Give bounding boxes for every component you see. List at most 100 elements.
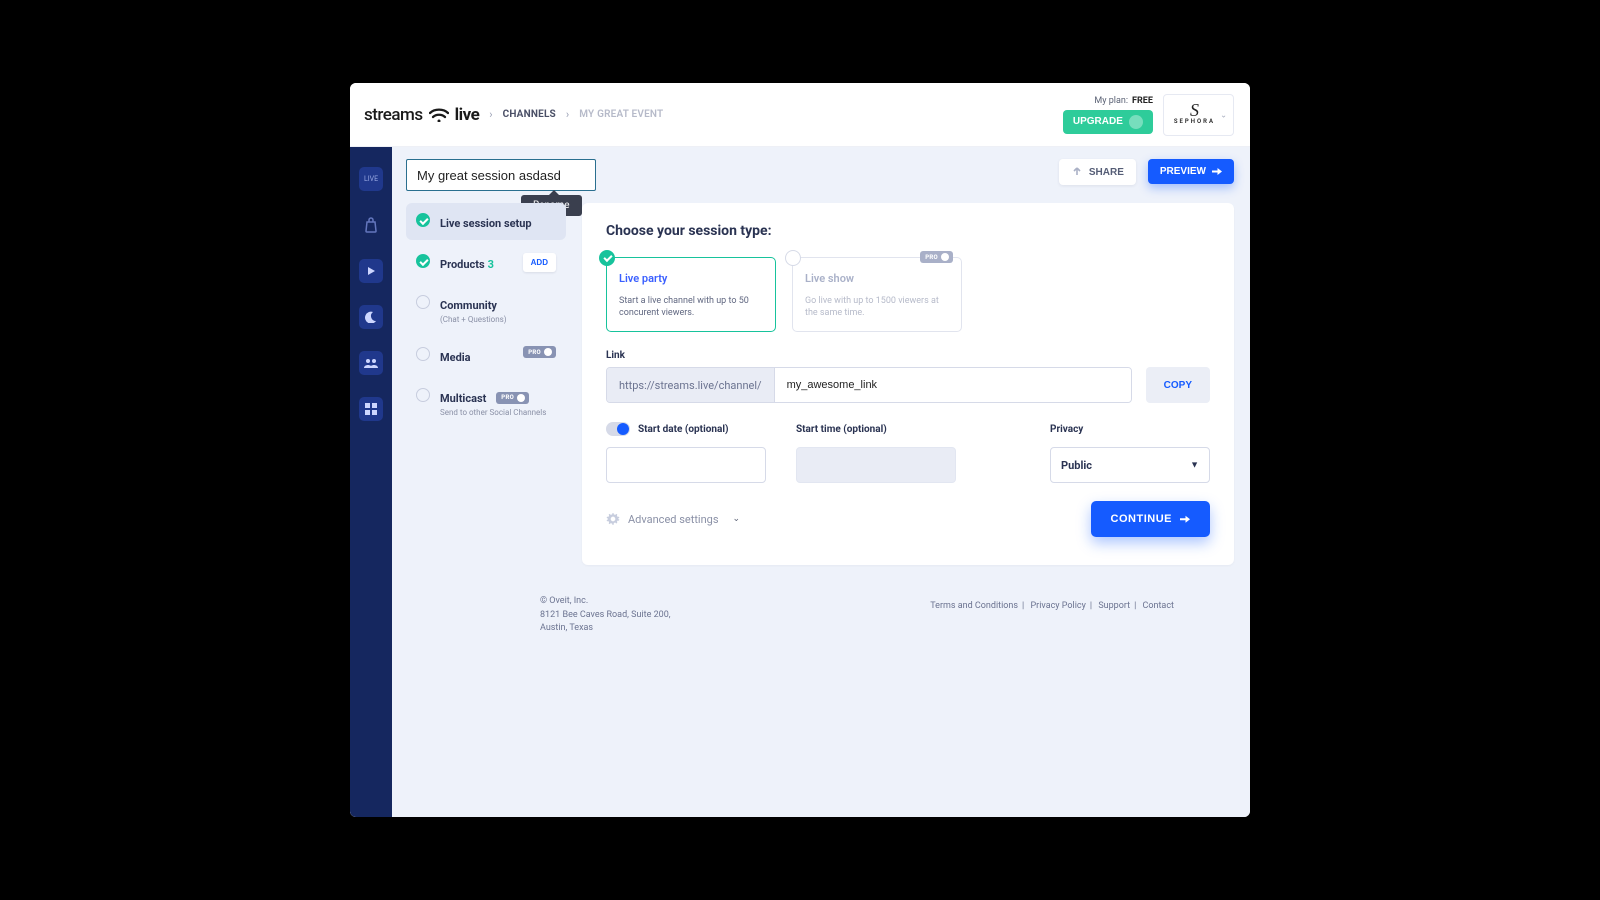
logo[interactable]: streams live xyxy=(364,105,479,125)
rail-item-moon[interactable] xyxy=(359,305,383,329)
continue-button[interactable]: CONTINUE xyxy=(1091,501,1210,537)
plan-block: My plan:FREE UPGRADE xyxy=(1063,96,1153,134)
footer-link-contact[interactable]: Contact xyxy=(1143,601,1174,611)
plan-line: My plan:FREE xyxy=(1094,96,1152,106)
upgrade-small-icon xyxy=(517,394,525,402)
step-multicast[interactable]: Multicast PRO Send to other Social Chann… xyxy=(406,378,566,426)
panel-heading: Choose your session type: xyxy=(606,223,1210,239)
start-date-input[interactable] xyxy=(606,447,766,483)
advanced-settings-toggle[interactable]: Advanced settings ⌄ xyxy=(606,512,740,526)
brand-name: SEPHORA xyxy=(1174,118,1215,125)
panel-bottom-row: Advanced settings ⌄ CONTINUE xyxy=(606,501,1210,537)
link-field: Link https://streams.live/channel/ COPY xyxy=(606,350,1210,403)
footer-link-terms[interactable]: Terms and Conditions xyxy=(930,601,1018,611)
privacy-select[interactable]: Public ▼ xyxy=(1050,447,1210,483)
title-wrap: Rename xyxy=(406,159,596,191)
card-title: Live show xyxy=(805,272,949,285)
link-prefix: https://streams.live/channel/ xyxy=(607,368,775,402)
start-time-col: Start time (optional) xyxy=(796,421,956,483)
footer-link-support[interactable]: Support xyxy=(1098,601,1130,611)
step-list: Live session setup Products3 ADD Communi… xyxy=(406,203,566,426)
card-desc: Start a live channel with up to 50 concu… xyxy=(619,295,763,319)
circle-icon xyxy=(416,295,430,309)
add-product-button[interactable]: ADD xyxy=(523,253,556,272)
session-type-live-party[interactable]: Live party Start a live channel with up … xyxy=(606,257,776,332)
brand-selector[interactable]: S SEPHORA ⌄ xyxy=(1163,94,1234,136)
arrow-right-icon xyxy=(1212,167,1222,177)
link-slug-input[interactable] xyxy=(775,368,1131,402)
moon-icon xyxy=(365,311,377,323)
schedule-row: Start date (optional) Start time (option… xyxy=(606,421,1210,483)
app-window: streams live › CHANNELS › MY GREAT EVENT… xyxy=(350,83,1250,817)
header: streams live › CHANNELS › MY GREAT EVENT… xyxy=(350,83,1250,147)
rail-item-grid[interactable] xyxy=(359,397,383,421)
card-title: Live party xyxy=(619,272,763,285)
grid-icon xyxy=(365,403,377,415)
breadcrumb-event[interactable]: MY GREAT EVENT xyxy=(579,109,663,120)
play-icon xyxy=(366,266,376,276)
rail-item-live[interactable]: LIVE xyxy=(359,167,383,191)
copy-button[interactable]: COPY xyxy=(1146,367,1210,403)
circle-icon xyxy=(416,388,430,402)
link-input-group: https://streams.live/channel/ xyxy=(606,367,1132,403)
upgrade-small-icon xyxy=(544,348,552,356)
chevron-right-icon: › xyxy=(566,108,569,121)
circle-icon xyxy=(416,347,430,361)
footer: © Oveit, Inc. 8121 Bee Caves Road, Suite… xyxy=(406,565,1234,722)
arrow-right-icon xyxy=(1180,514,1190,524)
people-icon xyxy=(364,358,378,368)
footer-links: Terms and Conditions| Privacy Policy| Su… xyxy=(930,601,1174,611)
body: LIVE Rename xyxy=(350,147,1250,817)
card-desc: Go live with up to 1500 viewers at the s… xyxy=(805,295,949,319)
rail-item-people[interactable] xyxy=(359,351,383,375)
gear-icon xyxy=(606,512,620,526)
footer-copy: © Oveit, Inc. 8121 Bee Caves Road, Suite… xyxy=(540,595,671,636)
session-type-live-show[interactable]: PRO Live show Go live with up to 1500 vi… xyxy=(792,257,962,332)
session-title-input[interactable] xyxy=(406,159,596,191)
footer-link-privacy[interactable]: Privacy Policy xyxy=(1030,601,1085,611)
breadcrumb-channels[interactable]: CHANNELS xyxy=(503,109,556,120)
pro-badge: PRO xyxy=(920,251,953,263)
topbar: Rename SHARE PREVIEW xyxy=(406,159,1234,191)
chevron-down-icon: ⌄ xyxy=(1220,110,1227,119)
rail-item-play[interactable] xyxy=(359,259,383,283)
start-time-label: Start time (optional) xyxy=(796,424,887,435)
share-button[interactable]: SHARE xyxy=(1059,159,1136,185)
privacy-col: Privacy Public ▼ xyxy=(1050,421,1210,483)
pro-badge: PRO xyxy=(523,346,556,358)
step-products[interactable]: Products3 ADD xyxy=(406,244,566,281)
logo-text: streams xyxy=(364,105,423,125)
preview-button[interactable]: PREVIEW xyxy=(1148,159,1234,184)
columns: Live session setup Products3 ADD Communi… xyxy=(406,203,1234,565)
radio-checked-icon xyxy=(599,250,615,266)
main-panel: Choose your session type: Live party Sta… xyxy=(582,203,1234,565)
logo-text-b: live xyxy=(455,105,480,125)
start-date-toggle[interactable] xyxy=(606,422,630,436)
chevron-right-icon: › xyxy=(489,108,492,121)
upgrade-button[interactable]: UPGRADE xyxy=(1063,110,1153,134)
content: Rename SHARE PREVIEW Live se xyxy=(392,147,1250,817)
pro-badge: PRO xyxy=(496,392,529,404)
wifi-icon xyxy=(429,108,449,122)
rail-item-bag[interactable] xyxy=(359,213,383,237)
bag-icon xyxy=(364,217,378,233)
link-label: Link xyxy=(606,350,1210,361)
step-community[interactable]: Community (Chat + Questions) xyxy=(406,285,566,333)
step-live-session-setup[interactable]: Live session setup xyxy=(406,203,566,240)
step-media[interactable]: Media PRO xyxy=(406,337,566,374)
upgrade-small-icon xyxy=(941,253,949,261)
chevron-down-icon: ⌄ xyxy=(733,514,741,524)
caret-down-icon: ▼ xyxy=(1190,460,1199,471)
check-icon xyxy=(416,254,430,268)
privacy-label: Privacy xyxy=(1050,424,1083,435)
brand-logo-icon: S xyxy=(1190,104,1199,116)
nav-rail: LIVE xyxy=(350,147,392,817)
session-type-cards: Live party Start a live channel with up … xyxy=(606,257,1210,332)
privacy-value: Public xyxy=(1061,459,1092,472)
radio-unchecked-icon xyxy=(785,250,801,266)
start-time-input[interactable] xyxy=(796,447,956,483)
start-date-col: Start date (optional) xyxy=(606,421,766,483)
share-icon xyxy=(1071,166,1083,178)
start-date-label: Start date (optional) xyxy=(638,424,728,435)
upgrade-icon xyxy=(1129,115,1143,129)
